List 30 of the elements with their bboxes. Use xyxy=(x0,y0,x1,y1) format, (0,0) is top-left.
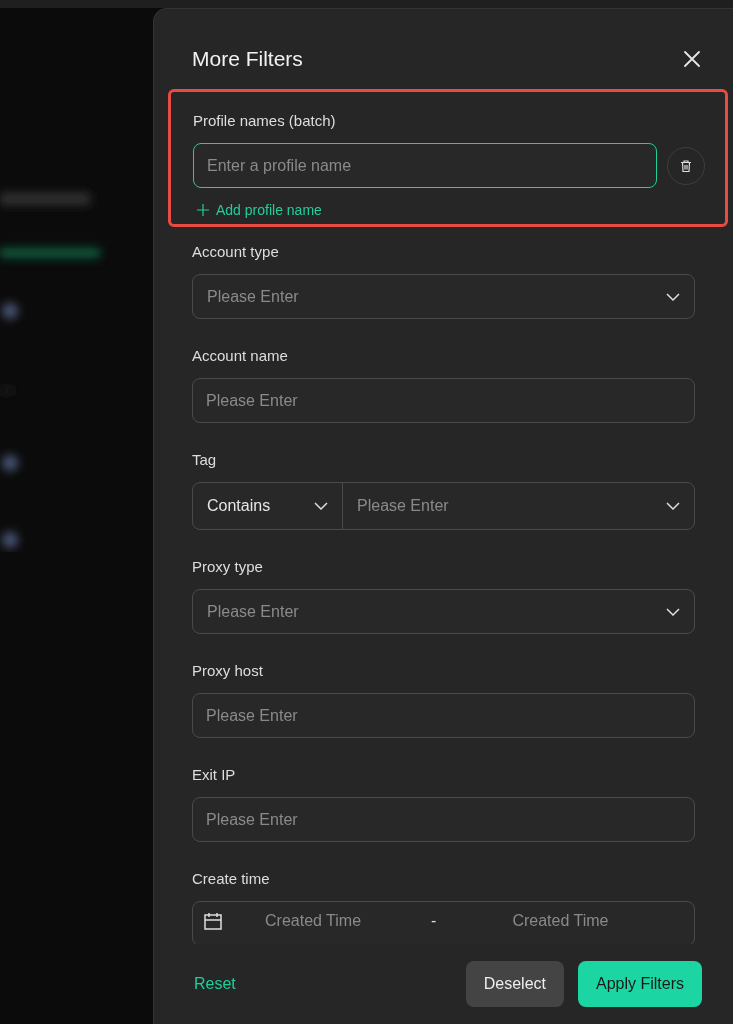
dialog-title: More Filters xyxy=(192,47,303,71)
chevron-down-icon xyxy=(666,607,680,616)
operator-select[interactable]: Contains xyxy=(193,483,343,529)
calendar-icon xyxy=(203,912,223,930)
field-label: Profile names (batch) xyxy=(193,112,337,129)
plus-icon xyxy=(197,204,209,216)
date-range-field[interactable]: Created Time - Created Time xyxy=(192,901,695,944)
field-label: Account name xyxy=(192,347,289,364)
chevron-down-icon xyxy=(666,292,680,301)
field-label: Account type xyxy=(192,243,280,260)
tag-select[interactable]: Please Enter xyxy=(343,497,694,515)
close-button[interactable] xyxy=(681,48,703,70)
apply-filters-button[interactable]: Apply Filters xyxy=(577,961,702,1007)
reset-link[interactable]: Reset xyxy=(194,975,236,993)
field-label: Create time xyxy=(192,870,271,887)
input-field[interactable]: Please Enter xyxy=(192,797,695,842)
trash-icon xyxy=(679,158,693,173)
field-label: Proxy host xyxy=(192,662,264,679)
select-field[interactable]: Please Enter xyxy=(192,274,695,319)
add-profile-name-link[interactable]: Add profile name xyxy=(193,202,322,218)
chevron-down-icon xyxy=(666,502,680,510)
input-field[interactable]: Please Enter xyxy=(192,693,695,738)
field-label: Exit IP xyxy=(192,766,237,783)
profile-name-field[interactable]: Enter a profile name xyxy=(193,143,657,188)
select-field[interactable]: Please Enter xyxy=(192,589,695,634)
input-field[interactable]: Please Enter xyxy=(192,378,695,423)
field-label: Proxy type xyxy=(192,558,264,575)
chevron-down-icon xyxy=(314,502,328,510)
deselect-button[interactable]: Deselect xyxy=(465,961,564,1007)
field-label: Tag xyxy=(192,451,218,468)
